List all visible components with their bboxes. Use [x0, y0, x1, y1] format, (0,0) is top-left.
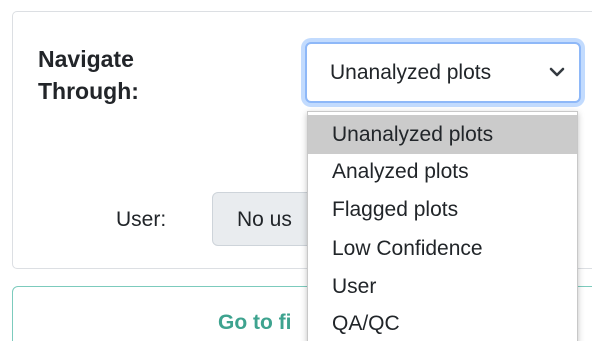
option-analyzed-plots[interactable]: Analyzed plots [308, 152, 577, 191]
navigate-label-line2: Through: [38, 78, 139, 104]
navigate-dropdown-list: Unanalyzed plots Analyzed plots Flagged … [307, 111, 578, 341]
option-unanalyzed-plots[interactable]: Unanalyzed plots [308, 115, 577, 154]
select-current-value: Unanalyzed plots [330, 61, 492, 84]
user-label: User: [116, 208, 167, 231]
chevron-down-icon [549, 67, 565, 77]
option-user[interactable]: User [308, 267, 577, 306]
option-flagged-plots[interactable]: Flagged plots [308, 190, 577, 229]
user-field-value: No us [237, 208, 292, 231]
navigate-label-line1: Navigate [38, 46, 134, 72]
navigate-through-label: Navigate Through: [38, 43, 238, 107]
navigate-select[interactable]: Unanalyzed plots [305, 42, 581, 103]
option-qa-qc[interactable]: QA/QC [308, 304, 577, 341]
go-to-button-label: Go to fi [218, 311, 292, 334]
option-low-confidence[interactable]: Low Confidence [308, 229, 577, 268]
page: Navigate Through: Unanalyzed plots User:… [0, 0, 592, 341]
